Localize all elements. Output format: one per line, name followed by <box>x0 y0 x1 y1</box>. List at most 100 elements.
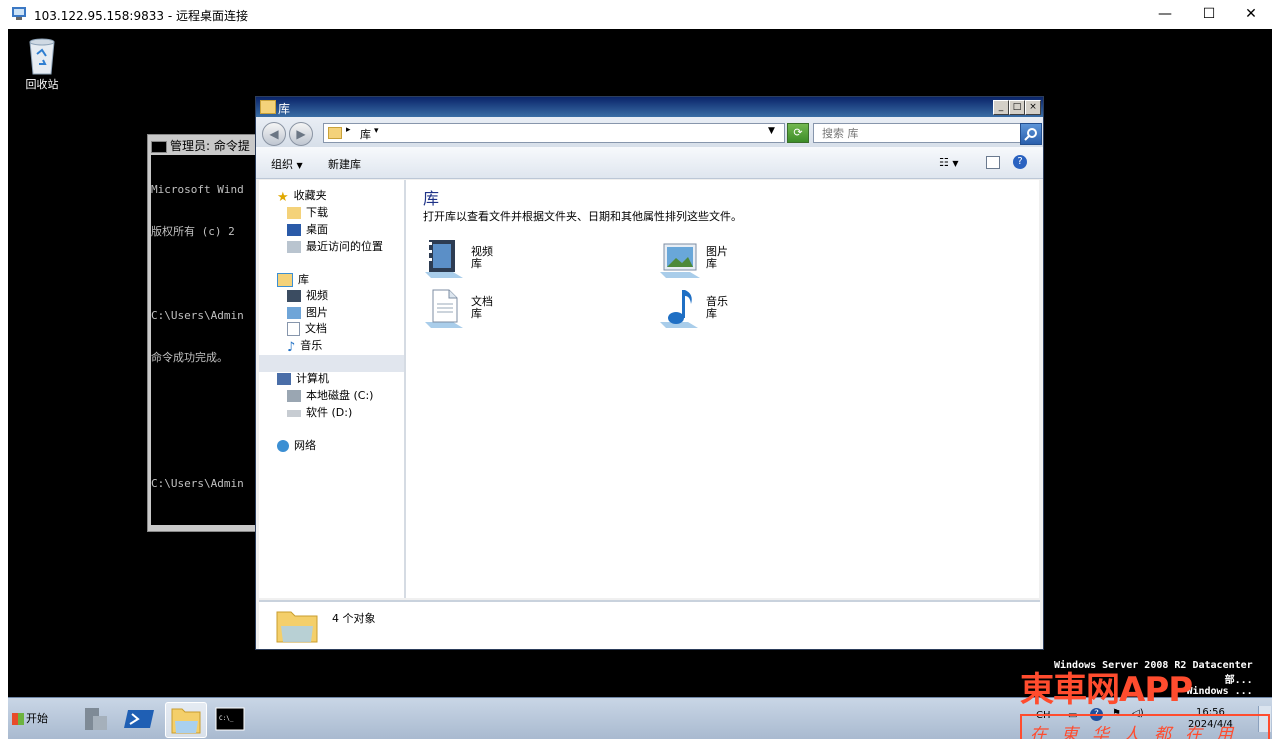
nav-item-music[interactable]: ♪ 音乐 <box>287 338 323 355</box>
drive-icon <box>287 409 301 417</box>
nav-item-pictures[interactable]: 图片 <box>287 305 328 321</box>
cmd-line: 版权所有 (c) 2 <box>151 225 235 238</box>
start-label: 开始 <box>26 712 48 725</box>
network-icon <box>277 440 289 452</box>
search-button[interactable] <box>1020 123 1042 145</box>
library-item-music[interactable]: 音乐 库 <box>658 288 808 332</box>
details-pane: 4 个对象 <box>259 600 1040 649</box>
search-box[interactable] <box>813 123 1021 143</box>
explorer-minimize-button[interactable]: _ <box>993 100 1009 115</box>
nav-item-computer[interactable]: 计算机 <box>277 371 329 387</box>
minimize-button[interactable]: — <box>1142 0 1188 29</box>
address-dropdown-icon[interactable]: ▼ <box>768 126 775 136</box>
search-input[interactable] <box>820 125 1014 141</box>
cmd-titlebar[interactable]: 管理员: 命令提 <box>151 137 261 155</box>
brand-watermark: 東車网APP 在東华人都在用 <box>1020 662 1270 745</box>
nav-label: 库 <box>298 273 309 286</box>
back-button[interactable]: ◀ <box>262 122 286 146</box>
explorer-folder-icon <box>171 708 201 734</box>
nav-item-documents[interactable]: 文档 <box>287 321 327 337</box>
cmd-line <box>151 393 259 407</box>
explorer-taskbar-button[interactable] <box>165 702 207 738</box>
library-icon <box>277 273 293 287</box>
nav-label: 收藏夹 <box>293 189 327 202</box>
nav-item-recent[interactable]: 最近访问的位置 <box>287 239 383 255</box>
preview-pane-icon[interactable] <box>986 156 1000 169</box>
rdp-frame-right <box>1272 29 1280 747</box>
video-icon <box>287 290 301 302</box>
server-manager-button[interactable] <box>75 702 115 736</box>
nav-label: 本地磁盘 (C:) <box>306 389 374 402</box>
nav-item-favorites[interactable]: ★ 收藏夹 <box>277 188 327 205</box>
new-library-button[interactable]: 新建库 <box>328 156 361 172</box>
powershell-button[interactable] <box>120 702 160 736</box>
recycle-bin-label: 回收站 <box>25 78 59 91</box>
nav-label: 音乐 <box>300 339 323 352</box>
nav-label: 桌面 <box>306 223 328 236</box>
explorer-maximize-button[interactable]: □ <box>1009 100 1025 115</box>
organize-button[interactable]: 组织 ▼ <box>271 156 303 172</box>
cmd-icon <box>151 140 167 153</box>
breadcrumb-library[interactable]: 库 <box>360 126 371 142</box>
recent-places-icon <box>287 241 301 253</box>
view-options-icon[interactable]: ☷ ▼ <box>939 156 959 169</box>
help-icon[interactable]: ? <box>1013 155 1027 169</box>
cmd-line: C:\Users\Admin <box>151 477 244 490</box>
cmd-line: 命令成功完成。 <box>151 351 228 364</box>
close-button[interactable]: ✕ <box>1228 0 1274 29</box>
nav-item-downloads[interactable]: 下载 <box>287 205 328 221</box>
rdp-titlebar: 103.122.95.158:9833 - 远程桌面连接 — ☐ ✕ <box>0 0 1280 30</box>
address-box[interactable]: ▸ 库 ▾ ▼ <box>323 123 785 143</box>
refresh-button[interactable]: ⟳ <box>787 123 809 143</box>
organize-label: 组织 <box>271 158 293 171</box>
nav-item-libraries[interactable]: 库 <box>277 272 309 288</box>
cmd-line: C:\Users\Admin <box>151 309 244 322</box>
breadcrumb-chevron-icon[interactable]: ▾ <box>374 126 379 136</box>
address-bar-row: ◀ ▶ ▸ 库 ▾ ▼ ⟳ <box>256 117 1043 147</box>
library-item-videos[interactable]: 视频 库 <box>423 238 573 282</box>
recycle-bin-shortcut[interactable]: 回收站 <box>18 36 66 92</box>
powershell-icon <box>124 710 154 728</box>
library-item-documents[interactable]: 文档 库 <box>423 288 573 332</box>
nav-label: 下载 <box>306 206 328 219</box>
svg-text:C:\_: C:\_ <box>219 715 234 722</box>
nav-label: 视频 <box>306 289 328 302</box>
page-title: 库 <box>423 189 440 208</box>
cmd-line: Microsoft Wind <box>151 183 244 196</box>
nav-item-network[interactable]: 网络 <box>277 438 316 454</box>
nav-item-software-disk[interactable]: 软件 (D:) <box>287 405 352 421</box>
explorer-titlebar[interactable]: 库 _ □ × <box>256 97 1043 117</box>
cmd-window[interactable]: 管理员: 命令提 Microsoft Wind 版权所有 (c) 2 C:\Us… <box>147 134 261 532</box>
start-button[interactable]: 开始 <box>8 704 53 734</box>
cmd-taskbar-button[interactable]: C:\_ <box>210 702 250 736</box>
maximize-button[interactable]: ☐ <box>1186 0 1232 29</box>
nav-item-videos[interactable]: 视频 <box>287 288 328 304</box>
search-icon <box>1024 128 1037 141</box>
library-item-pictures[interactable]: 图片 库 <box>658 238 808 282</box>
desktop-icon <box>287 224 301 236</box>
server-manager-icon <box>85 708 107 730</box>
rdp-frame-bottom <box>0 739 1280 747</box>
library-item-type: 库 <box>706 257 717 270</box>
nav-label: 网络 <box>294 439 316 452</box>
rdp-window-title: 103.122.95.158:9833 - 远程桌面连接 <box>34 9 248 23</box>
library-folder-icon <box>276 611 318 643</box>
windows-logo-icon <box>12 713 24 725</box>
music-note-icon: ♪ <box>287 340 296 355</box>
rdp-app-icon <box>12 7 28 21</box>
library-item-type: 库 <box>471 257 482 270</box>
downloads-icon <box>287 207 301 219</box>
document-icon <box>287 322 300 336</box>
cmd-console[interactable]: Microsoft Wind 版权所有 (c) 2 C:\Users\Admin… <box>151 155 259 525</box>
forward-button[interactable]: ▶ <box>289 122 313 146</box>
nav-item-desktop[interactable]: 桌面 <box>287 222 328 238</box>
library-folder-icon <box>328 127 342 139</box>
local-disk-icon <box>287 390 301 402</box>
explorer-close-button[interactable]: × <box>1025 100 1041 115</box>
nav-item-local-disk[interactable]: 本地磁盘 (C:) <box>287 388 373 404</box>
cmd-line <box>151 435 259 449</box>
chevron-down-icon: ▼ <box>296 161 303 170</box>
breadcrumb-chevron-icon[interactable]: ▸ <box>346 125 351 135</box>
explorer-window[interactable]: 库 _ □ × ◀ ▶ ▸ 库 ▾ ▼ ⟳ 组织 ▼ 新建库 ☷ ▼ ? ★ 收藏… <box>255 96 1044 650</box>
video-library-icon <box>425 240 463 278</box>
